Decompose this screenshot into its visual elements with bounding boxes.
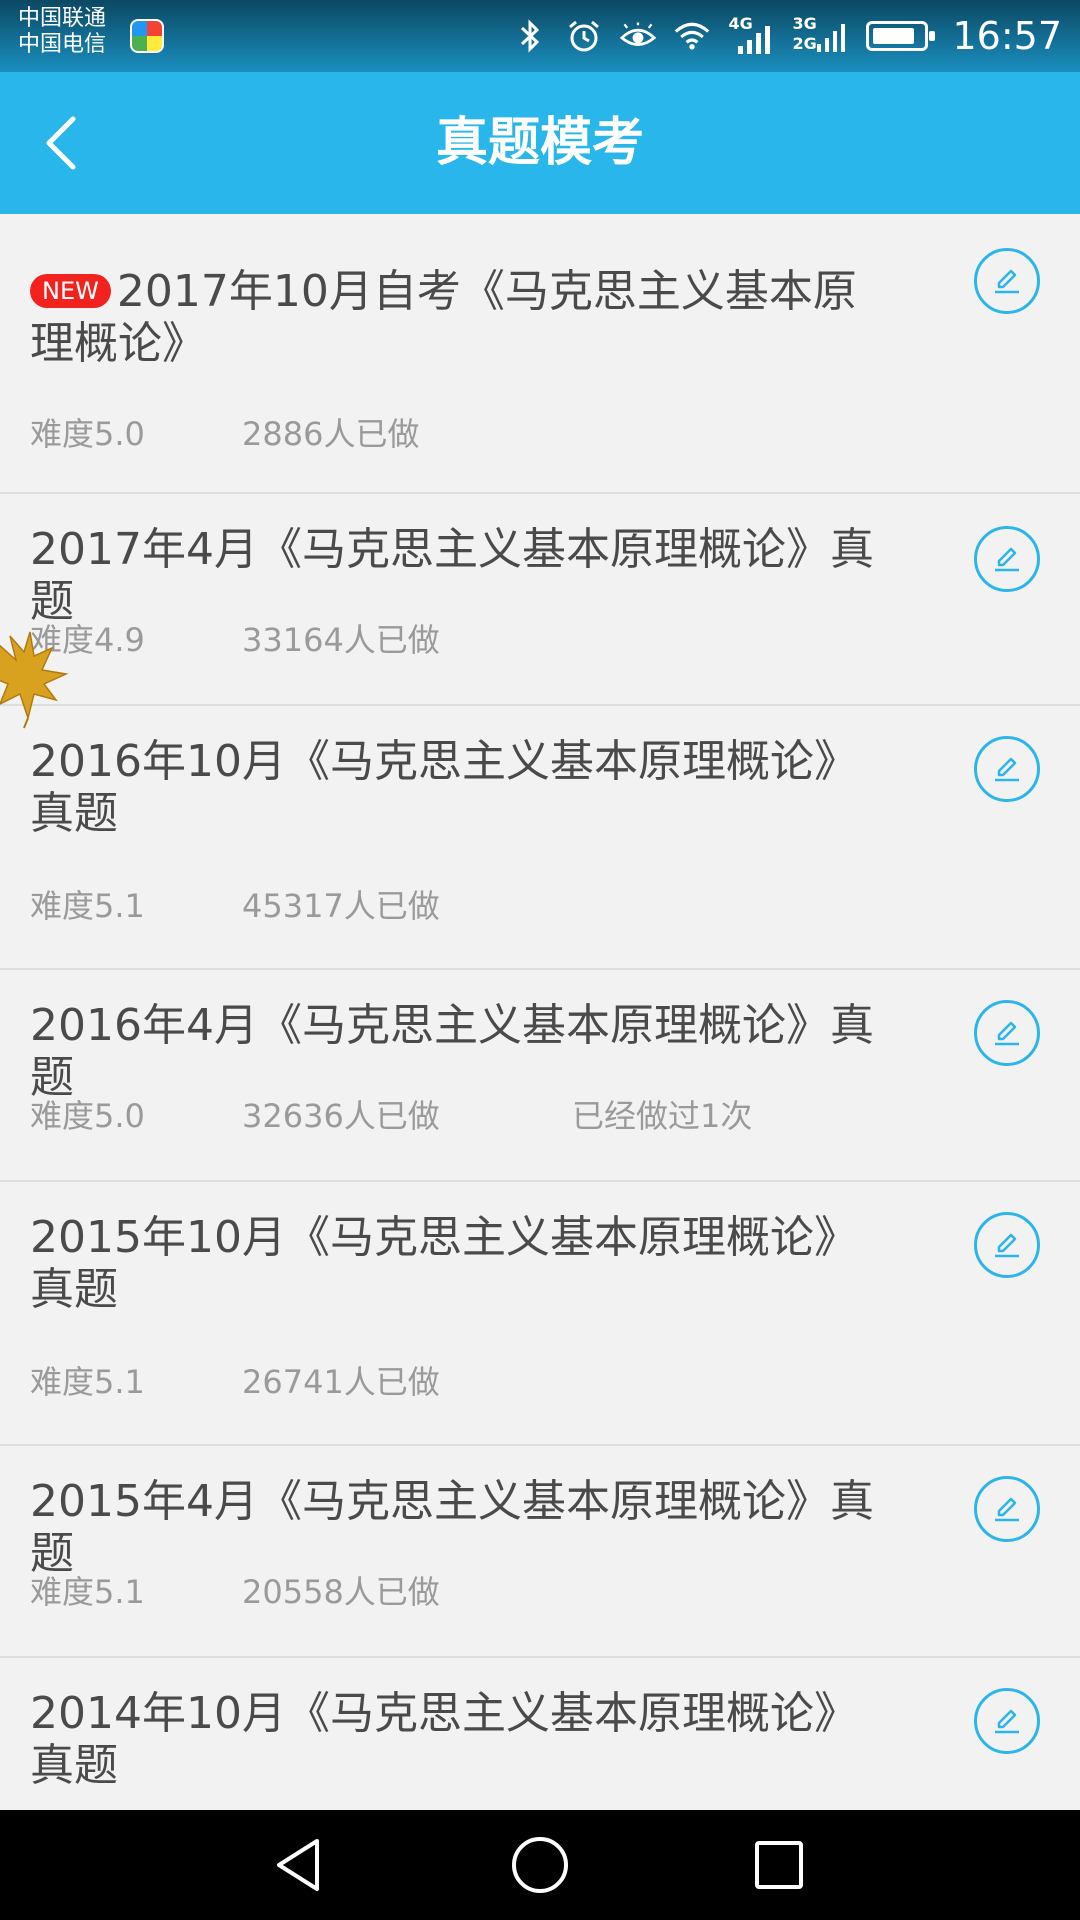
done-count-label: 33164人已做 [242,621,440,659]
triangle-back-icon [277,1839,319,1891]
edit-button[interactable] [974,1476,1040,1542]
difficulty-label: 难度5.0 [30,1097,145,1135]
maple-leaf-decoration [0,631,69,729]
chevron-left-icon [46,116,76,170]
status-icons: 4G 3G 2G 16:57 [512,0,1062,72]
list-item[interactable]: 2015年10月《马克思主义基本原理概论》真题 难度5.1 26741人已做 [0,1182,1080,1446]
edit-button[interactable] [974,1688,1040,1754]
status-bar: 中国联通 中国电信 4G 3G 2G 16:57 [0,0,1080,72]
difficulty-label: 难度5.1 [30,1363,145,1401]
pencil-icon [995,547,1019,572]
item-title: 2016年4月《马克思主义基本原理概论》真题 [30,1000,874,1103]
square-recents-icon [755,1841,803,1889]
pencil-icon [995,1709,1019,1734]
list-item[interactable]: 2016年4月《马克思主义基本原理概论》真题 难度5.0 32636人已做 已经… [0,970,1080,1182]
back-button[interactable] [26,108,96,178]
navigation-bar [0,1810,1080,1920]
difficulty-label: 难度5.1 [30,887,145,925]
difficulty-label: 难度5.1 [30,1573,145,1611]
page-title: 真题模考 [435,113,644,173]
edit-button[interactable] [974,1212,1040,1278]
pencil-icon [995,1021,1019,1046]
edit-button[interactable] [974,526,1040,592]
pencil-icon [995,1233,1019,1258]
list-item[interactable]: 2015年4月《马克思主义基本原理概论》真题 难度5.1 20558人已做 [0,1446,1080,1658]
app-notification-icon [130,19,164,53]
done-count-label: 26741人已做 [242,1363,440,1401]
edit-button[interactable] [974,248,1040,314]
times-done-label: 已经做过1次 [572,1097,753,1135]
pencil-icon [995,269,1019,294]
alarm-icon [566,18,602,54]
net-2g-label: 2G [792,34,817,53]
list-item[interactable]: 2017年4月《马克思主义基本原理概论》真题 难度4.9 33164人已做 [0,494,1080,706]
edit-button[interactable] [974,1000,1040,1066]
nav-recents-button[interactable] [744,1830,814,1900]
done-count-label: 32636人已做 [242,1097,440,1135]
nav-back-button[interactable] [264,1830,334,1900]
bluetooth-icon [512,18,548,54]
item-title: 2014年10月《马克思主义基本原理概论》真题 [30,1688,858,1791]
new-badge: NEW [30,274,111,308]
item-title: 2015年4月《马克思主义基本原理概论》真题 [30,1476,874,1579]
carrier-1-label: 中国联通 [18,6,107,31]
item-title: 2015年10月《马克思主义基本原理概论》真题 [30,1212,858,1315]
item-title: 2017年4月《马克思主义基本原理概论》真题 [30,524,874,627]
wifi-icon [674,18,710,54]
clock: 16:57 [952,14,1062,58]
done-count-label: 2886人已做 [242,415,420,453]
item-title: NEW 2017年10月自考《马克思主义基本原理概论》 [30,214,890,370]
exam-list: NEW 2017年10月自考《马克思主义基本原理概论》 难度5.0 2886人已做… [0,214,1080,1810]
item-title-text: 2017年10月自考《马克思主义基本原理概论》 [30,266,857,369]
difficulty-label: 难度5.0 [30,415,145,453]
list-item[interactable]: 2016年10月《马克思主义基本原理概论》真题 难度5.1 45317人已做 [0,706,1080,970]
signal-3g2g-icon: 3G 2G [792,14,848,54]
pencil-icon [995,1497,1019,1522]
net-3g-label: 3G [792,14,817,33]
done-count-label: 20558人已做 [242,1573,440,1611]
list-item[interactable]: NEW 2017年10月自考《马克思主义基本原理概论》 难度5.0 2886人已做 [0,214,1080,494]
eye-comfort-icon [620,18,657,54]
nav-home-button[interactable] [505,1830,575,1900]
item-title: 2016年10月《马克思主义基本原理概论》真题 [30,736,858,839]
app-bar: 真题模考 [0,72,1080,214]
circle-home-icon [512,1837,568,1893]
battery-icon [866,21,936,51]
carrier-info: 中国联通 中国电信 [18,6,106,58]
carrier-2-label: 中国电信 [18,32,107,57]
pencil-icon [995,757,1019,782]
signal-4g-icon: 4G [728,16,774,54]
done-count-label: 45317人已做 [242,887,440,925]
edit-button[interactable] [974,736,1040,802]
list-item[interactable]: 2014年10月《马克思主义基本原理概论》真题 [0,1658,1080,1810]
battery-fill [873,28,915,44]
